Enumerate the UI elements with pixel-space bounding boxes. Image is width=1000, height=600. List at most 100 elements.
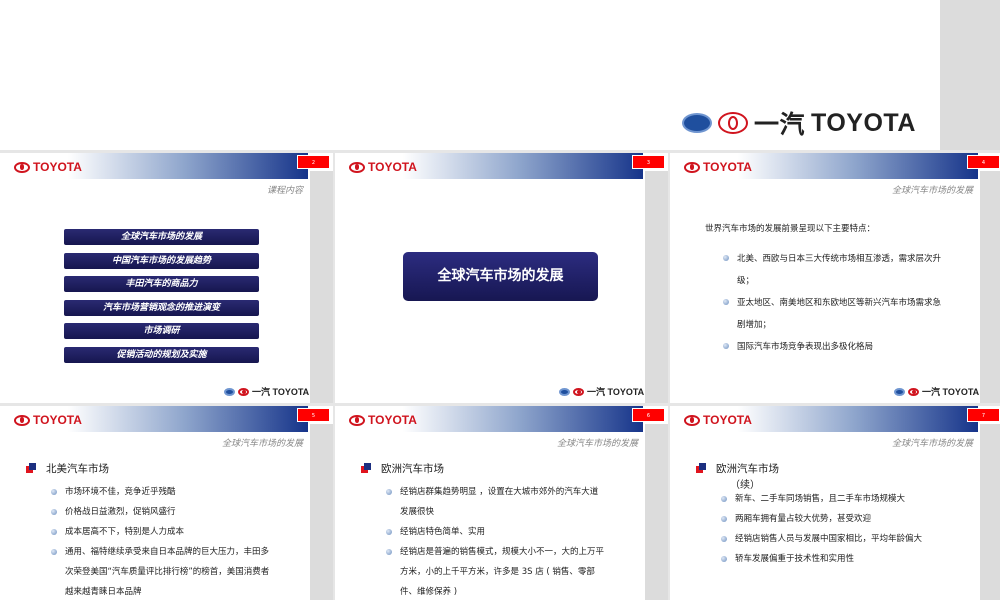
bullet-item: 亚太地区、南美地区和东欧地区等新兴汽车市场需求急剧增加； (723, 292, 947, 336)
slide-thumbnail-4[interactable]: TOYOTA 4 全球汽车市场的发展一汽 TOYOTA 世界汽车市场的发展前景呈现… (670, 153, 1000, 403)
section-title: 全球汽车市场的发展 (403, 252, 598, 301)
brand: TOYOTA (811, 108, 916, 137)
toyota-emblem-icon (349, 161, 365, 173)
bullet-item: 轿车发展偏重于技术性和实用性 (721, 549, 940, 569)
faw-emblem-icon (559, 387, 570, 396)
heading-text: 北美汽车市场 (46, 463, 109, 475)
brand-cn: 一汽 (754, 111, 806, 139)
footer-text: 一汽 TOYOTA (922, 387, 980, 397)
agenda-item[interactable]: 市场调研 (64, 323, 259, 339)
toyota-logo: TOYOTA (684, 160, 752, 174)
slide-thumbnail-2[interactable]: TOYOTA 2 课程内容 一汽 TOYOTA 全球汽车市场的发展 中国汽车市场的发展… (0, 153, 333, 403)
bullet-item: 北美、西欧与日本三大传统市场相互渗透，需求层次升级； (723, 248, 947, 292)
slide-subtitle: 全球汽车市场的发展 (891, 186, 973, 196)
agenda-item[interactable]: 中国汽车市场的发展趋势 (64, 252, 259, 269)
square-bullet-icon (361, 463, 371, 473)
bullet-text: 市场环境不佳，竞争近乎残酷 (65, 487, 176, 497)
toyota-emblem-icon (349, 414, 365, 426)
cover-slide: 一汽 TOYOTA (0, 0, 940, 150)
bullet-icon (721, 516, 727, 522)
logo-text: TOYOTA (33, 160, 82, 174)
bullet-item: 新车、二手车同场销售，且二手车市场规模大 (721, 489, 940, 509)
bullet-item: 市场环境不佳，竞争近乎残酷 (51, 482, 270, 502)
page-number: 4 (967, 155, 1000, 169)
faw-emblem-icon (894, 387, 905, 396)
faw-emblem-icon (682, 113, 712, 133)
footer-logo: 一汽 TOYOTA (894, 385, 979, 398)
section-heading: 欧洲汽车市场 (361, 461, 444, 476)
page-number: 7 (967, 408, 1000, 422)
page-number: 5 (297, 408, 330, 422)
toyota-emblem-icon (573, 387, 584, 396)
bullet-text: 两厢车拥有量占较大优势，甚受欢迎 (735, 514, 872, 524)
section-heading: 欧洲汽车市场 （续） (696, 461, 779, 491)
bullet-text: 通用、福特继续承受来自日本品牌的巨大压力，丰田多次荣登美国“汽车质量评比排行榜”… (65, 547, 270, 597)
bullet-icon (386, 529, 392, 535)
toyota-emblem-icon (684, 414, 700, 426)
page-number: 3 (632, 155, 665, 169)
footer-logo: 一汽 TOYOTA (224, 385, 309, 398)
slide-side-strip (645, 424, 668, 600)
bullet-icon (723, 255, 729, 261)
slide-side-strip (310, 424, 333, 600)
bullet-item: 两厢车拥有量占较大优势，甚受欢迎 (721, 509, 940, 529)
footer-logo: 一汽 TOYOTA (559, 385, 644, 398)
bullet-item: 国际汽车市场竞争表现出多极化格局 (723, 336, 947, 358)
toyota-emblem-icon (718, 112, 748, 134)
bullet-text: 成本居高不下，特别是人力成本 (65, 527, 185, 537)
heading-text: 欧洲汽车市场 (381, 463, 444, 475)
bullet-icon (386, 489, 392, 495)
bullet-item: 价格战日益激烈，促销风盛行 (51, 502, 270, 522)
bullet-text: 经销店群集趋势明显 ，设置在大城市郊外的汽车大道发展很快 (400, 487, 599, 517)
bullet-item: 成本居高不下，特别是人力成本 (51, 522, 270, 542)
bullet-icon (721, 556, 727, 562)
intro-text: 世界汽车市场的发展前景呈现以下主要特点： (705, 224, 876, 234)
toyota-logo: TOYOTA (349, 160, 417, 174)
bullet-icon (721, 496, 727, 502)
slide-thumbnail-5[interactable]: TOYOTA 5 全球汽车市场的发展北美汽车市场市场环境不佳，竞争近乎残酷价格战… (0, 406, 333, 600)
bullet-icon (723, 343, 729, 349)
square-bullet-icon (26, 463, 36, 473)
slide-subtitle: 全球汽车市场的发展 (221, 439, 303, 449)
logo-text: TOYOTA (703, 413, 752, 427)
toyota-emblem-icon (14, 414, 30, 426)
agenda-item[interactable]: 促销活动的规划及实施 (64, 346, 259, 363)
toyota-logo: TOYOTA (14, 413, 82, 427)
bullet-item: 经销店销售人员与发展中国家相比，平均年龄偏大 (721, 529, 940, 549)
page-number: 6 (632, 408, 665, 422)
footer-text: 一汽 TOYOTA (587, 387, 645, 397)
bullet-icon (723, 299, 729, 305)
bullet-item: 经销店是普遍的销售模式，规模大小不一，大的上万平方米，小的上千平方米，许多是 3… (386, 542, 605, 600)
toyota-emblem-icon (908, 387, 919, 396)
slide-thumbnail-3[interactable]: TOYOTA 3 一汽 TOYOTA 全球汽车市场的发展 (335, 153, 668, 403)
bullet-icon (51, 549, 57, 555)
toyota-emblem-icon (14, 161, 30, 173)
logo-text: TOYOTA (703, 160, 752, 174)
faw-emblem-icon (224, 387, 235, 396)
agenda-item[interactable]: 汽车市场营销观念的推进演变 (64, 299, 259, 316)
slide-thumbnail-7[interactable]: TOYOTA 7 全球汽车市场的发展欧洲汽车市场 （续） 新车、二手车同场销售，且… (670, 406, 1000, 600)
bullet-icon (51, 529, 57, 535)
bullet-text: 国际汽车市场竞争表现出多极化格局 (737, 342, 874, 352)
bullet-icon (386, 549, 392, 555)
bullet-text: 经销店销售人员与发展中国家相比，平均年龄偏大 (735, 534, 923, 544)
scrollbar-track[interactable] (940, 0, 1000, 150)
slide-side-strip (980, 171, 1000, 403)
footer-text: 一汽 TOYOTA (252, 387, 310, 397)
toyota-logo: TOYOTA (14, 160, 82, 174)
bullet-item: 经销店群集趋势明显 ，设置在大城市郊外的汽车大道发展很快 (386, 482, 605, 522)
bullet-text: 亚太地区、南美地区和东欧地区等新兴汽车市场需求急剧增加； (737, 298, 942, 330)
slide-thumbnail-6[interactable]: TOYOTA 6 全球汽车市场的发展 欧洲汽车市场 经销店群集趋势明显 ，设置在大城… (335, 406, 668, 600)
agenda-item[interactable]: 全球汽车市场的发展 (64, 229, 259, 245)
faw-toyota-logo: 一汽 TOYOTA (682, 105, 916, 141)
slide-side-strip (980, 424, 1000, 600)
agenda-item[interactable]: 丰田汽车的商品力 (64, 276, 259, 292)
square-bullet-icon (696, 463, 706, 473)
slide-side-strip (645, 171, 668, 403)
bullet-icon (721, 536, 727, 542)
slide-subtitle: 全球汽车市场的发展 (891, 439, 973, 449)
page-number: 2 (297, 155, 330, 169)
toyota-logo: TOYOTA (349, 413, 417, 427)
logo-text: TOYOTA (368, 413, 417, 427)
bullet-text: 北美、西欧与日本三大传统市场相互渗透，需求层次升级； (737, 254, 942, 286)
